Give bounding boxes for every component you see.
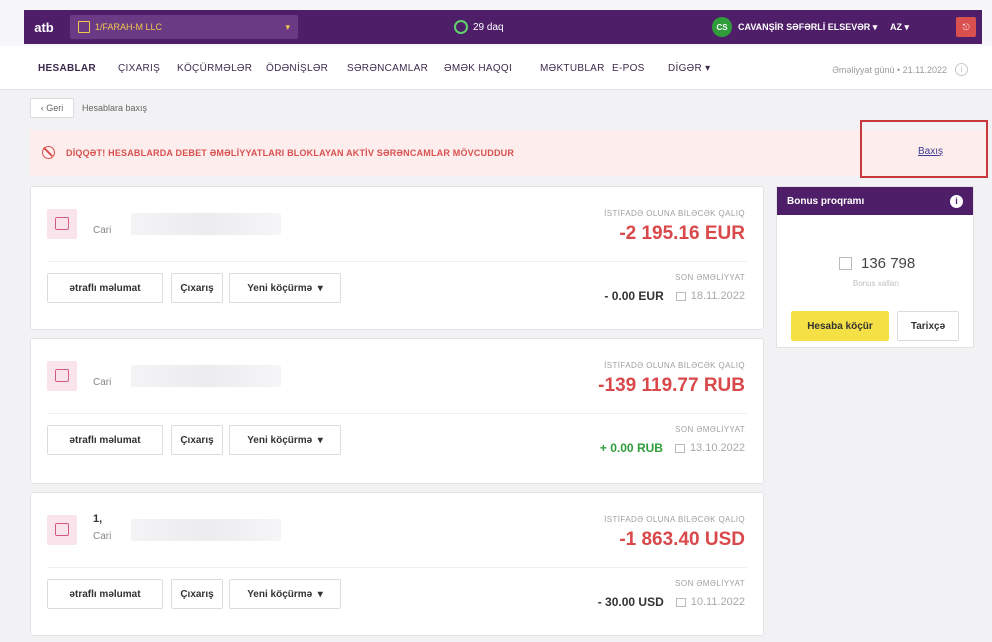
tab-odenisler[interactable]: ÖDƏNİŞLƏR [266, 63, 328, 74]
last-operation-date: 18.11.2022 [690, 290, 745, 302]
chevron-down-icon: ▾ [285, 21, 290, 32]
available-balance-label: İSTİFADƏ OLUNA BİLƏCƏK QALIQ [604, 361, 745, 370]
bonus-header: Bonus proqramı i [777, 187, 973, 215]
ban-icon [42, 146, 55, 159]
details-button[interactable]: ətraflı məlumat [47, 425, 163, 455]
alert-view-link[interactable]: Baxış [918, 146, 943, 157]
building-icon [78, 21, 90, 33]
bonus-panel: Bonus proqramı i 136 798 Bonus xalları H… [776, 186, 974, 348]
tab-diger-label: DİGƏR [668, 63, 703, 74]
warning-alert: DİQQƏT! HESABLARDA DEBET ƏMƏLİYYATLARI B… [30, 130, 988, 176]
last-operation-amount: - 0.00 EUR [604, 289, 664, 303]
last-operation: - 0.00 EUR 18.11.2022 [604, 289, 745, 303]
back-button[interactable]: ‹ Geri [30, 98, 74, 118]
operation-day: Əməliyyat günü • 21.11.2022 i [832, 63, 968, 76]
available-balance-label: İSTİFADƏ OLUNA BİLƏCƏK QALIQ [604, 209, 745, 218]
last-operation-label: SON ƏMƏLİYYAT [675, 273, 745, 282]
language-selector[interactable]: AZ ▾ [890, 22, 909, 33]
wallet-icon [47, 209, 77, 239]
chevron-down-icon: ▾ [870, 21, 878, 32]
tab-mektublar[interactable]: MƏKTUBLAR [540, 63, 605, 74]
new-transfer-label: Yeni köçürmə [247, 282, 313, 294]
bank-logo[interactable]: atb [24, 10, 64, 44]
divider [47, 413, 747, 414]
tab-serencamlar[interactable]: SƏRƏNCAMLAR [347, 63, 428, 74]
account-card: Cari İSTİFADƏ OLUNA BİLƏCƏK QALIQ -139 1… [30, 338, 764, 484]
masked-account-info [131, 519, 281, 541]
masked-account-info [131, 365, 281, 387]
account-type: Cari [93, 531, 112, 542]
tab-cixaris[interactable]: ÇIXARIŞ [118, 63, 160, 74]
last-operation-date: 10.11.2022 [690, 596, 745, 608]
new-transfer-dropdown[interactable]: Yeni köçürmə ▾ [229, 273, 341, 303]
account-card: 1, Cari İSTİFADƏ OLUNA BİLƏCƏK QALIQ -1 … [30, 492, 764, 636]
bonus-points: 136 798 [839, 255, 915, 272]
header-strip: atb 1/FARAH-M LLC ▾ 29 daq CS CAVANŞİR S… [24, 10, 982, 44]
available-balance-label: İSTİFADƏ OLUNA BİLƏCƏK QALIQ [604, 515, 745, 524]
new-transfer-label: Yeni köçürmə [247, 588, 313, 600]
account-type: Cari [93, 377, 112, 388]
timer-text: 29 daq [473, 21, 504, 33]
new-transfer-dropdown[interactable]: Yeni köçürmə ▾ [229, 425, 341, 455]
masked-account-info [131, 213, 281, 235]
history-button[interactable]: Tarixçə [897, 311, 959, 341]
tab-diger[interactable]: DİGƏR ▾ [668, 63, 710, 74]
tab-hesablar[interactable]: HESABLAR [38, 63, 96, 74]
calendar-icon [675, 597, 686, 607]
operation-day-text: Əməliyyat günü • 21.11.2022 [832, 64, 947, 75]
company-name: 1/FARAH-M LLC [95, 22, 163, 32]
available-balance: -1 863.40 USD [619, 529, 745, 550]
info-icon[interactable]: i [950, 194, 963, 208]
session-timer: 29 daq [454, 20, 504, 34]
last-operation: + 0.00 RUB 13.10.2022 [600, 441, 745, 455]
account-card: Cari İSTİFADƏ OLUNA BİLƏCƏK QALIQ -2 195… [30, 186, 764, 330]
bonus-points-label: Bonus xalları [852, 279, 900, 288]
bonus-points-value: 136 798 [861, 255, 916, 272]
tab-emek-haqqi[interactable]: ƏMƏK HAQQI [444, 63, 512, 74]
gift-icon [839, 257, 852, 270]
info-icon[interactable]: i [955, 63, 968, 76]
bonus-title: Bonus proqramı [787, 195, 865, 207]
divider [47, 567, 747, 568]
wallet-icon [47, 361, 77, 391]
tab-e-pos[interactable]: E-POS [612, 63, 645, 74]
last-operation-amount: + 0.00 RUB [599, 441, 663, 455]
statement-button[interactable]: Çıxarış [171, 425, 223, 455]
main-nav: HESABLAR ÇIXARIŞ KÖÇÜRMƏLƏR ÖDƏNİŞLƏR SƏ… [0, 46, 992, 90]
calendar-icon [675, 291, 686, 301]
available-balance: -139 119.77 RUB [598, 375, 745, 396]
language-label: AZ [890, 21, 902, 32]
new-transfer-label: Yeni köçürmə [247, 434, 313, 446]
top-bar: atb 1/FARAH-M LLC ▾ 29 daq CS CAVANŞİR S… [0, 0, 992, 46]
statement-button[interactable]: Çıxarış [171, 273, 223, 303]
transfer-to-account-button[interactable]: Hesaba köçür [791, 311, 889, 341]
last-operation: - 30.00 USD 10.11.2022 [598, 595, 745, 609]
tab-kocurmeler[interactable]: KÖÇÜRMƏLƏR [177, 63, 252, 74]
avatar: CS [712, 17, 732, 37]
last-operation-label: SON ƏMƏLİYYAT [675, 425, 745, 434]
logout-button[interactable]: ⎋ [956, 17, 976, 37]
breadcrumb: Hesablara baxış [82, 103, 148, 113]
divider [47, 261, 747, 262]
user-menu[interactable]: CS CAVANŞİR SƏFƏRLİ ELSEVƏR ▾ [712, 17, 877, 37]
last-operation-amount: - 30.00 USD [597, 595, 664, 609]
timer-icon [454, 20, 468, 34]
company-selector[interactable]: 1/FARAH-M LLC ▾ [70, 15, 298, 39]
calendar-icon [674, 443, 685, 453]
new-transfer-dropdown[interactable]: Yeni köçürmə ▾ [229, 579, 341, 609]
back-label: Geri [46, 103, 64, 113]
details-button[interactable]: ətraflı məlumat [47, 273, 163, 303]
account-number: 1, [93, 513, 103, 525]
details-button[interactable]: ətraflı məlumat [47, 579, 163, 609]
logout-icon: ⎋ [962, 21, 970, 32]
wallet-icon [47, 515, 77, 545]
alert-view-highlight: Baxış [860, 120, 988, 178]
statement-button[interactable]: Çıxarış [171, 579, 223, 609]
account-type: Cari [93, 225, 112, 236]
user-name: CAVANŞİR SƏFƏRLİ ELSEVƏR [738, 22, 871, 32]
last-operation-date: 13.10.2022 [689, 442, 745, 454]
available-balance: -2 195.16 EUR [619, 223, 745, 244]
last-operation-label: SON ƏMƏLİYYAT [675, 579, 745, 588]
alert-text: DİQQƏT! HESABLARDA DEBET ƏMƏLİYYATLARI B… [66, 148, 515, 158]
